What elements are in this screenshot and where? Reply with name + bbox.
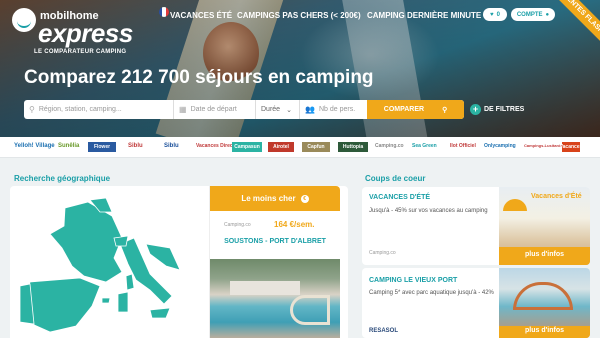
duration-value: Durée xyxy=(261,106,281,113)
more-filters-button[interactable]: + DE FILTRES xyxy=(470,104,524,115)
site-logo[interactable]: mobilhome express LE COMPARATEUR CAMPING xyxy=(12,6,162,58)
cheapest-label: Le moins cher xyxy=(241,194,296,203)
map-region-france xyxy=(49,201,123,283)
map-region-croatia xyxy=(145,243,181,271)
deal-image-waterpark: plus d'infos xyxy=(499,268,590,338)
deals-title: Coups de coeur xyxy=(365,174,426,183)
deal-source-logo: RESASOL xyxy=(369,328,399,334)
partner-brands-strip: Yelloh! Village Sunêlia Flower Siblu Sib… xyxy=(0,137,600,158)
map-region-switzerland xyxy=(113,235,129,247)
people-icon: 👥 xyxy=(305,105,315,114)
promo-source: Camping.co xyxy=(224,222,251,228)
europe-map[interactable] xyxy=(10,186,210,338)
brand-logo[interactable]: Sunêlia xyxy=(58,143,79,149)
cheapest-offer-header: Le moins cher € xyxy=(210,186,340,211)
account-label: COMPTE xyxy=(516,11,543,18)
brand-logo[interactable]: Capfun xyxy=(302,142,330,152)
location-pin-icon: ⚲ xyxy=(29,105,35,114)
map-region-sardinia xyxy=(117,291,129,313)
page-headline: Comparez 212 700 séjours en camping xyxy=(24,67,374,88)
brand-logo[interactable]: Siblu xyxy=(128,143,143,149)
promo-price: 164 €/sem. xyxy=(274,220,315,229)
logo-tagline: LE COMPARATEUR CAMPING xyxy=(34,49,127,55)
compare-label: COMPARER xyxy=(383,106,425,113)
deal-title: CAMPING LE VIEUX PORT xyxy=(369,277,458,284)
duration-select[interactable]: Durée ⌄ xyxy=(256,100,300,119)
destination-field[interactable]: ⚲ Région, station, camping... xyxy=(24,100,174,119)
water-slide-image xyxy=(513,282,573,310)
calendar-icon: ▦ xyxy=(179,105,187,114)
brand-logo[interactable]: Ilot Officiel xyxy=(450,143,476,149)
map-region-balearic xyxy=(101,297,111,304)
deal-card-vieux-port[interactable]: CAMPING LE VIEUX PORT Camping 5* avec pa… xyxy=(362,268,590,338)
plus-icon: + xyxy=(470,104,481,115)
favorites-count: 0 xyxy=(496,11,500,18)
euro-coin-icon: € xyxy=(300,194,309,203)
map-region-corsica xyxy=(125,273,135,291)
brand-logo[interactable]: Siblu xyxy=(164,143,179,149)
brand-logo[interactable]: Airotel xyxy=(268,142,294,152)
map-region-sicily xyxy=(149,307,171,319)
deal-text: Jusqu'à - 45% sur vos vacances au campin… xyxy=(369,208,488,214)
water-slide-image xyxy=(290,295,330,325)
date-field[interactable]: ▦ Date de départ xyxy=(174,100,256,119)
promo-camping-name[interactable]: SOUSTONS - PORT D'ALBRET xyxy=(210,238,340,245)
date-input[interactable]: Date de départ xyxy=(191,106,237,113)
deal-image-caption: Vacances d'Été xyxy=(531,193,582,200)
brand-logo[interactable]: Huttopia xyxy=(338,142,368,152)
nav-camping-derniere-minute[interactable]: CAMPING DERNIÈRE MINUTE xyxy=(367,11,481,20)
deal-image-beach: Vacances d'Été plus d'infos xyxy=(499,187,590,265)
pool-building-image xyxy=(230,281,300,295)
more-info-link[interactable]: plus d'infos xyxy=(499,327,590,334)
deal-text: Camping 5* avec parc aquatique jusqu'à -… xyxy=(369,290,494,296)
promo-camping-photo[interactable] xyxy=(210,259,340,338)
flag-fr-icon[interactable] xyxy=(159,7,169,17)
brand-logo[interactable]: Yelloh! Village xyxy=(14,143,55,149)
destination-input[interactable]: Région, station, camping... xyxy=(39,106,122,113)
brand-logo[interactable]: Flower xyxy=(88,142,116,152)
logo-main-text: express xyxy=(38,18,133,48)
compare-button[interactable]: COMPARER ⚲ xyxy=(367,100,464,119)
more-info-link[interactable]: plus d'infos xyxy=(499,251,590,258)
brand-logo[interactable]: Sea Green xyxy=(412,143,437,149)
persons-field[interactable]: 👥 Nb de pers. xyxy=(300,100,367,119)
deal-source: Camping.co xyxy=(369,250,396,256)
search-icon: ⚲ xyxy=(442,106,448,114)
cheapest-offer-card[interactable]: Le moins cher € Camping.co 164 €/sem. SO… xyxy=(209,186,340,338)
chevron-down-icon: ⌄ xyxy=(286,106,292,114)
brand-logo[interactable]: Vacances xyxy=(560,142,582,152)
deal-title: VACANCES D'ÉTÉ xyxy=(369,194,431,201)
geo-search-title: Recherche géographique xyxy=(14,174,111,183)
user-icon: ● xyxy=(545,11,550,18)
nav-campings-pas-chers[interactable]: CAMPINGS PAS CHERS (< 200€) xyxy=(237,11,361,20)
brand-logo[interactable]: Campasun xyxy=(232,142,262,152)
parasol-icon xyxy=(503,199,527,211)
filters-label: DE FILTRES xyxy=(484,106,525,113)
nav-vacances-ete[interactable]: VACANCES ÉTÉ xyxy=(170,11,232,20)
brand-logo[interactable]: Campings-Lusitania xyxy=(524,143,562,148)
brand-logo[interactable]: Onlycamping xyxy=(484,143,516,149)
smile-logo-icon xyxy=(12,8,36,32)
brand-logo[interactable]: Camping.co xyxy=(375,143,404,149)
map-region-spain xyxy=(23,277,101,333)
deal-card-vacances-ete[interactable]: VACANCES D'ÉTÉ Jusqu'à - 45% sur vos vac… xyxy=(362,187,590,265)
account-button[interactable]: COMPTE ● xyxy=(511,8,555,21)
favorites-button[interactable]: ♥ 0 xyxy=(483,8,507,21)
persons-input[interactable]: Nb de pers. xyxy=(319,106,355,113)
heart-icon: ♥ xyxy=(490,11,494,18)
